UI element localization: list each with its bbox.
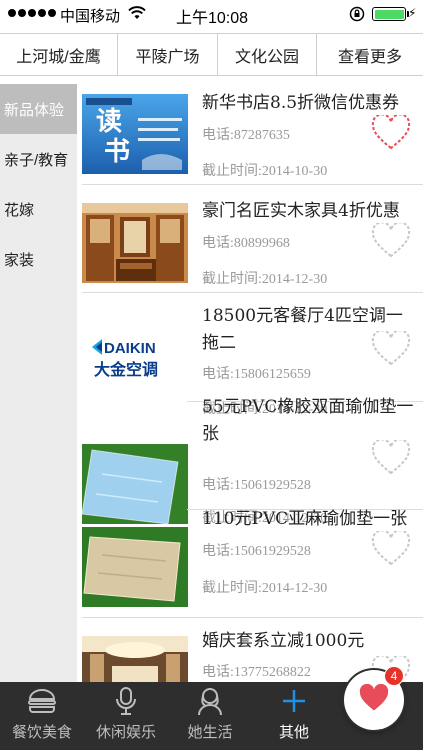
svg-text:书: 书 [104,137,130,167]
sidebar-item-parenting-education[interactable]: 亲子/教育 [0,134,77,184]
daikin-logo-image: DAIKIN 大金空调 [82,311,188,391]
location-tab-shanghe[interactable]: 上河城/金鹰 [0,34,118,75]
heart-icon [358,683,390,717]
burger-icon [26,685,58,717]
deal-list: 读 书 新华书店8.5折微信优惠券 电话:87287635 截止时间:2014-… [77,84,423,682]
linen-yoga-mat-image [82,527,188,607]
location-tab-label: 平陵广场 [135,48,200,66]
daikin-brand-cn-text: 大金空调 [94,360,158,379]
deal-title: 110元PVC亚麻瑜伽垫一张 [202,509,408,529]
list-item[interactable]: 豪门名匠实木家具4折优惠 电话:80899968 截止时间:2014-12-30 [77,185,423,293]
deal-title: 新华书店8.5折微信优惠券 [202,93,400,113]
deal-phone: 电话:15061929528 [202,478,311,493]
deal-phone: 电话:13775268822 [202,665,311,680]
deal-phone: 电话:15806125659 [202,367,311,382]
location-tab-label: 文化公园 [234,48,299,66]
category-sidebar: 新品体验 亲子/教育 花嫁 家装 [0,84,77,682]
wifi-icon [128,6,146,24]
charging-icon: ⚡ [408,6,417,20]
location-tab-culture-park[interactable]: 文化公园 [218,34,317,75]
status-bar: 中国移动 上午10:08 ⚡ [0,0,423,28]
status-time: 上午10:08 [176,10,249,27]
list-item[interactable]: 55元PVC橡胶双面瑜伽垫一张 电话:15061929528 截止时间:2014… [77,397,423,526]
carrier-name: 中国移动 [60,8,121,25]
list-item[interactable]: 110元PVC亚麻瑜伽垫一张 电话:15061929528 截止时间:2014-… [77,509,423,618]
tab-label: 她生活 [187,724,233,741]
microphone-icon [110,685,142,717]
tab-her-life[interactable]: 她生活 [168,682,252,750]
deal-deadline: 截止时间:2014-10-30 [202,164,328,179]
sidebar-item-label: 花嫁 [4,201,35,219]
tab-label: 餐饮美食 [11,724,72,741]
tab-entertainment[interactable]: 休闲娱乐 [84,682,168,750]
wedding-room-image [82,636,188,682]
list-item[interactable]: DAIKIN 大金空调 18500元客餐厅4匹空调一拖二 电话:15806125… [77,293,423,417]
sidebar-item-label: 亲子/教育 [4,151,69,169]
location-tab-more[interactable]: 查看更多 [317,34,423,75]
deal-title: 豪门名匠实木家具4折优惠 [202,201,400,221]
location-tab-pingling[interactable]: 平陵广场 [118,34,218,75]
sidebar-item-label: 新品体验 [4,101,65,119]
rotation-lock-icon [349,6,365,26]
location-tab-label: 上河城/金鹰 [16,48,101,66]
location-tabs: 上河城/金鹰 平陵广场 文化公园 查看更多 [0,33,423,76]
sidebar-item-label: 家装 [4,251,35,269]
plus-icon [278,685,310,717]
signal-strength-icon [8,9,56,17]
tab-label: 其他 [278,724,309,741]
favorite-heart-icon[interactable] [371,329,411,367]
tab-dining[interactable]: 餐饮美食 [0,682,84,750]
tab-other[interactable]: 其他 [252,682,336,750]
deal-phone: 电话:15061929528 [202,544,311,559]
favorite-heart-icon[interactable] [371,438,411,476]
deal-deadline: 截止时间:2014-12-30 [202,581,328,596]
favorite-heart-icon[interactable] [371,113,411,151]
deal-phone: 电话:80899968 [202,236,290,251]
deal-phone: 电话:87287635 [202,128,290,143]
deal-deadline: 截止时间:2014-12-30 [202,272,328,287]
location-tab-label: 查看更多 [337,48,402,66]
woman-icon [194,685,226,717]
book-promo-image: 读 书 [82,94,188,174]
favorite-heart-icon[interactable] [371,529,411,567]
sidebar-item-wedding[interactable]: 花嫁 [0,184,77,234]
favorites-count-badge: 4 [384,666,404,686]
daikin-brand-text: DAIKIN [104,340,156,357]
furniture-image [82,203,188,283]
sidebar-item-new-products[interactable]: 新品体验 [0,84,77,134]
favorite-heart-icon[interactable] [371,221,411,259]
svg-text:读: 读 [96,107,122,137]
list-item[interactable]: 读 书 新华书店8.5折微信优惠券 电话:87287635 截止时间:2014-… [77,84,423,185]
sidebar-item-home-decor[interactable]: 家装 [0,234,77,284]
tab-label: 休闲娱乐 [95,724,156,741]
battery-icon [372,7,409,21]
deal-title: 婚庆套系立减1000元 [202,631,365,651]
